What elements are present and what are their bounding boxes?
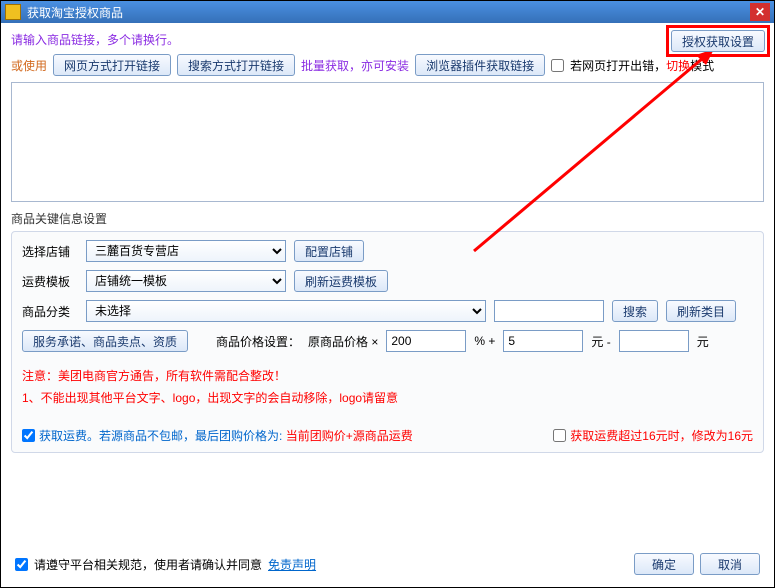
open-search-button[interactable]: 搜索方式打开链接 — [177, 54, 295, 76]
shop-label: 选择店铺 — [22, 243, 78, 260]
settings-group: 选择店铺 三麓百货专营店 配置店铺 运费模板 店铺统一模板 刷新运费模板 商品分… — [11, 231, 764, 453]
shipping-cap-checkbox[interactable] — [553, 429, 566, 442]
agree-checkbox[interactable] — [15, 558, 28, 571]
category-search-input[interactable] — [494, 300, 604, 322]
open-web-button[interactable]: 网页方式打开链接 — [53, 54, 171, 76]
config-shop-button[interactable]: 配置店铺 — [294, 240, 364, 262]
cancel-button[interactable]: 取消 — [700, 553, 760, 575]
template-label: 运费模板 — [22, 273, 78, 290]
category-label: 商品分类 — [22, 303, 78, 320]
service-promise-button[interactable]: 服务承诺、商品卖点、资质 — [22, 330, 188, 352]
shop-select[interactable]: 三麓百货专营店 — [86, 240, 286, 262]
get-shipping-label: 获取运费。若源商品不包邮，最后团购价格为: 当前团购价+源商品运费 — [39, 427, 413, 444]
price-multiplier-input[interactable] — [386, 330, 466, 352]
window-title: 获取淘宝授权商品 — [27, 4, 750, 21]
price-formula-text: 原商品价格 × — [308, 333, 378, 350]
refresh-category-button[interactable]: 刷新类目 — [666, 300, 736, 322]
price-label: 商品价格设置： — [216, 333, 300, 350]
ok-button[interactable]: 确定 — [634, 553, 694, 575]
error-switch-label: 若网页打开出错，切换模式 — [570, 57, 714, 74]
notice-line-1: 注意：美团电商官方通告，所有软件需配合整改！ — [22, 366, 753, 388]
links-textarea[interactable] — [11, 82, 764, 202]
agree-label: 请遵守平台相关规范，使用者请确认并同意 — [34, 556, 262, 573]
template-select[interactable]: 店铺统一模板 — [86, 270, 286, 292]
close-button[interactable]: ✕ — [750, 3, 770, 21]
error-switch-checkbox[interactable] — [551, 59, 564, 72]
auth-settings-button[interactable]: 授权获取设置 — [671, 30, 765, 52]
shipping-cap-label: 获取运费超过16元时，修改为16元 — [570, 427, 753, 444]
yuan-label: 元 — [697, 333, 709, 350]
key-info-title: 商品关键信息设置 — [11, 210, 764, 227]
refresh-template-button[interactable]: 刷新运费模板 — [294, 270, 388, 292]
notice-block: 注意：美团电商官方通告，所有软件需配合整改！ 1、不能出现其他平台文字、logo… — [22, 366, 753, 409]
auth-callout: 授权获取设置 — [666, 25, 770, 57]
titlebar: 获取淘宝授权商品 ✕ — [1, 1, 774, 23]
notice-line-2: 1、不能出现其他平台文字、logo，出现文字的会自动移除，logo请留意 — [22, 388, 753, 410]
price-add-input[interactable] — [503, 330, 583, 352]
get-shipping-checkbox[interactable] — [22, 429, 35, 442]
search-button[interactable]: 搜索 — [612, 300, 658, 322]
yuan-minus-label: 元 - — [591, 333, 610, 350]
category-select[interactable]: 未选择 — [86, 300, 486, 322]
plugin-button[interactable]: 浏览器插件获取链接 — [415, 54, 545, 76]
percent-label: % + — [474, 334, 495, 348]
or-use-label: 或使用 — [11, 57, 47, 74]
app-icon — [5, 4, 21, 20]
disclaimer-link[interactable]: 免责声明 — [268, 556, 316, 573]
price-sub-input[interactable] — [619, 330, 689, 352]
batch-label: 批量获取，亦可安装 — [301, 57, 409, 74]
input-hint: 请输入商品链接，多个请换行。 — [11, 31, 179, 48]
